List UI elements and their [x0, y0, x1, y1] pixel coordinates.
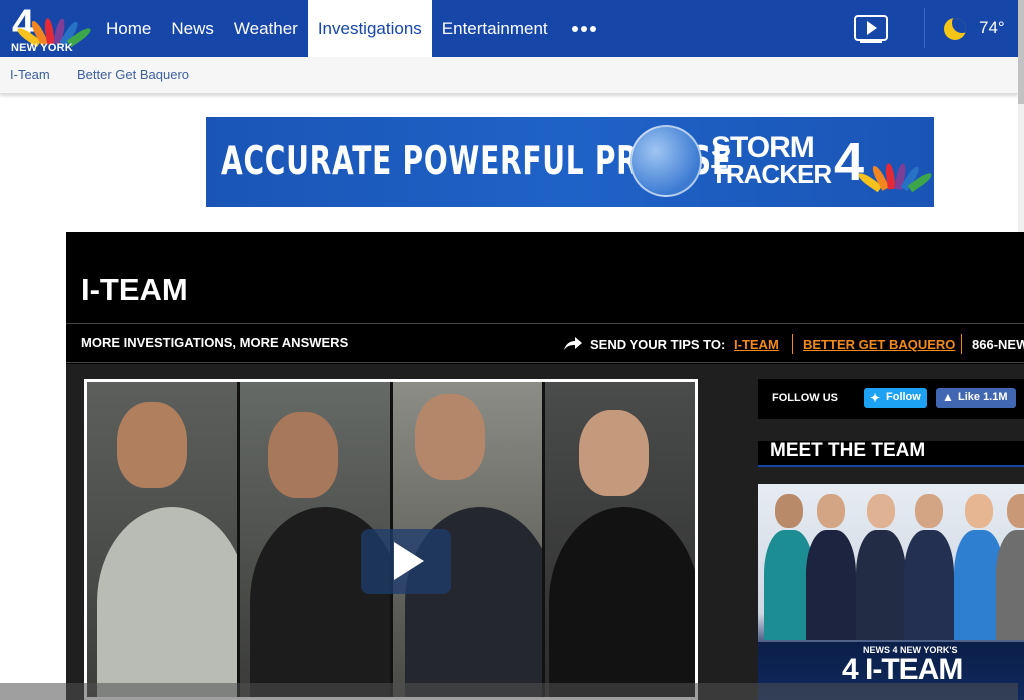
main-nav: Home News Weather Investigations Enterta…: [96, 0, 599, 57]
twitter-icon: ✦: [870, 391, 881, 405]
peacock-icon: [15, 14, 93, 48]
iteam-subtitle: MORE INVESTIGATIONS, MORE ANSWERS: [81, 335, 349, 350]
thumbs-up-icon: ▲: [942, 390, 954, 404]
nav-home[interactable]: Home: [96, 0, 161, 57]
video-play-icon[interactable]: [854, 15, 888, 43]
video-panel: [87, 382, 240, 697]
subnav-better-get-baquero[interactable]: Better Get Baquero: [77, 67, 189, 82]
play-button[interactable]: [361, 529, 451, 594]
storm-tracker-ad[interactable]: ACCURATE POWERFUL PRECISE STORM TRACKER …: [206, 117, 934, 207]
tips-link-better-get-baquero[interactable]: BETTER GET BAQUERO: [803, 337, 955, 352]
top-navigation-bar: 4 NEW YORK Home News Weather Investigati…: [0, 0, 1018, 57]
nav-investigations[interactable]: Investigations: [307, 0, 432, 57]
video-panel: [545, 382, 695, 697]
nav-weather[interactable]: Weather: [224, 0, 308, 57]
nbc-new-york-logo[interactable]: 4 NEW YORK: [8, 2, 93, 54]
horizontal-scrollbar[interactable]: [0, 683, 1018, 700]
ad-brand-line2: TRACKER: [711, 159, 832, 189]
twitter-follow-button[interactable]: ✦ Follow: [864, 388, 927, 408]
radar-globe-icon: [630, 125, 702, 197]
facebook-like-label: Like 1.1M: [958, 391, 1008, 403]
tips-separator: [961, 334, 962, 354]
sub-navigation: I-Team Better Get Baquero: [0, 57, 1018, 94]
vertical-scrollbar-thumb[interactable]: [1018, 0, 1024, 104]
page-title: I-TEAM: [81, 272, 188, 307]
twitter-follow-label: Follow: [886, 391, 921, 403]
team-member: [806, 494, 856, 640]
tips-phone[interactable]: 866-NEW: [972, 337, 1024, 352]
ad-peacock-icon: [856, 159, 934, 193]
team-member: [996, 494, 1024, 640]
meet-the-team-title: MEET THE TEAM: [770, 440, 926, 461]
nav-news[interactable]: News: [161, 0, 224, 57]
share-arrow-icon: [564, 337, 582, 350]
nav-entertainment[interactable]: Entertainment: [432, 0, 558, 57]
tips-link-iteam[interactable]: I-TEAM: [734, 337, 779, 352]
ad-brand-number: 4: [834, 132, 865, 192]
tips-label: SEND YOUR TIPS TO:: [590, 337, 726, 352]
temperature-readout[interactable]: 74°: [979, 18, 1005, 38]
facebook-like-button[interactable]: ▲ Like 1.1M: [936, 388, 1016, 408]
header-divider: [924, 8, 925, 48]
subnav-iteam[interactable]: I-Team: [10, 67, 50, 82]
moon-icon[interactable]: [944, 18, 966, 40]
tips-separator: [792, 334, 793, 354]
team-member: [856, 494, 906, 640]
iteam-banner-main: 4 I-TEAM: [842, 653, 963, 686]
logo-city: NEW YORK: [11, 42, 73, 54]
follow-label: FOLLOW US: [772, 392, 838, 404]
ad-brand-line1: STORM: [711, 131, 815, 164]
team-member: [904, 494, 954, 640]
more-dots-icon[interactable]: [558, 0, 599, 57]
ad-brand: STORM TRACKER: [711, 131, 832, 189]
